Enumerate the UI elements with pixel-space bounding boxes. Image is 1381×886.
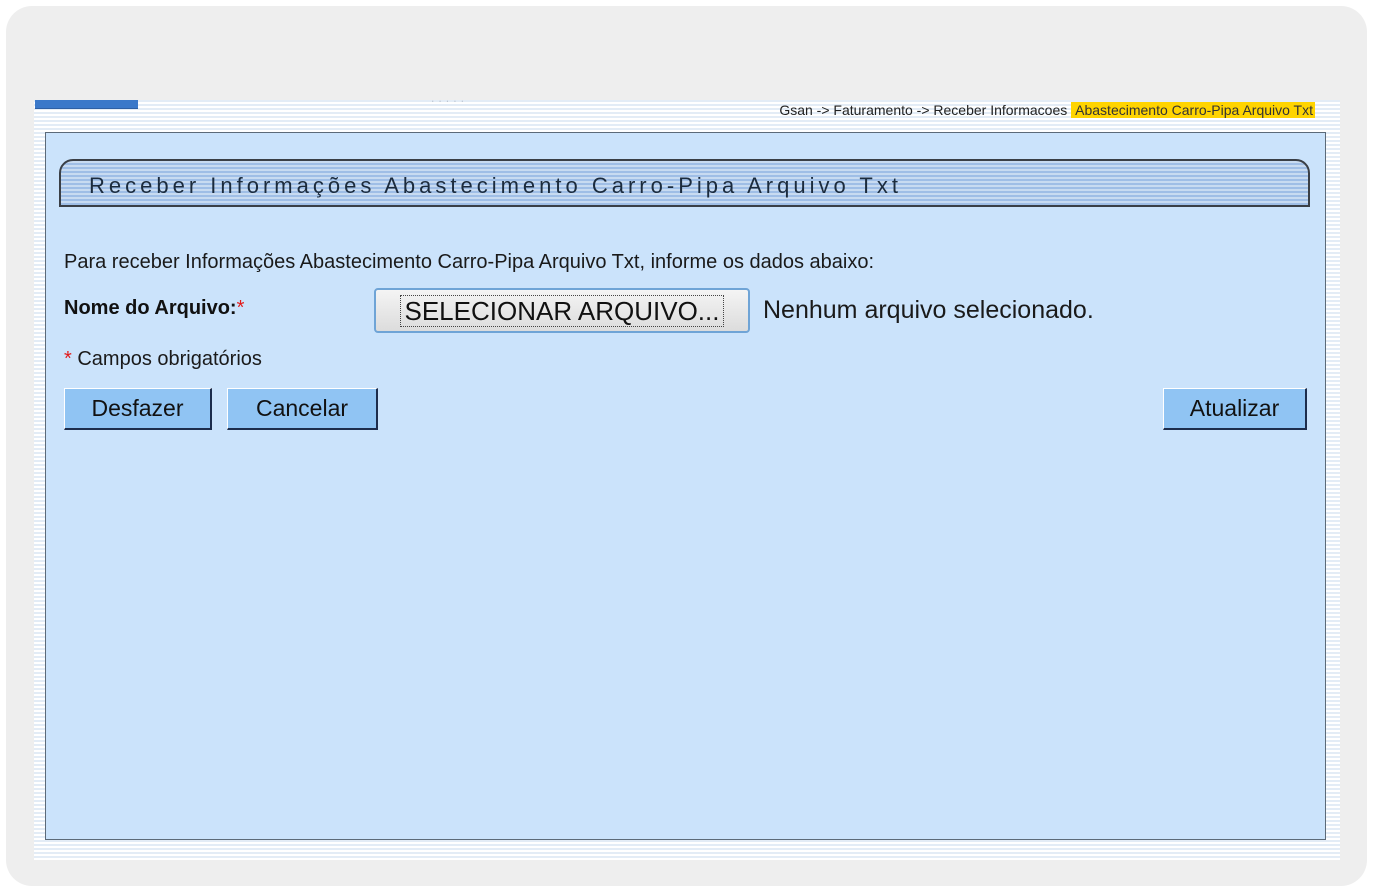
file-name-label-text: Nome do Arquivo:: [64, 297, 237, 319]
required-note-text: Campos obrigatórios: [77, 348, 262, 370]
file-name-label: Nome do Arquivo:*: [64, 297, 244, 320]
required-fields-note: * Campos obrigatórios: [64, 348, 262, 371]
select-file-button[interactable]: SELECIONAR ARQUIVO...: [374, 288, 750, 333]
breadcrumb: Gsan -> Faturamento -> Receber Informaco…: [779, 101, 1315, 119]
breadcrumb-current: Abastecimento Carro-Pipa Arquivo Txt: [1071, 102, 1315, 118]
menu-remnant: ·····: [430, 97, 468, 107]
select-file-button-label: SELECIONAR ARQUIVO...: [399, 294, 725, 327]
page-title: Receber Informações Abastecimento Carro-…: [89, 173, 902, 198]
intro-text: Para receber Informações Abastecimento C…: [64, 251, 875, 273]
cancel-button[interactable]: Cancelar: [227, 388, 378, 430]
menu-tab-indicator: [35, 100, 138, 109]
panel-title-bar: Receber Informações Abastecimento Carro-…: [59, 159, 1310, 207]
file-status-text: Nenhum arquivo selecionado.: [763, 296, 1094, 324]
update-button[interactable]: Atualizar: [1163, 388, 1307, 430]
main-panel: Receber Informações Abastecimento Carro-…: [45, 132, 1326, 840]
undo-button[interactable]: Desfazer: [64, 388, 212, 430]
required-marker: *: [236, 297, 245, 319]
required-note-marker: *: [64, 348, 72, 370]
breadcrumb-path: Gsan -> Faturamento -> Receber Informaco…: [779, 102, 1072, 118]
